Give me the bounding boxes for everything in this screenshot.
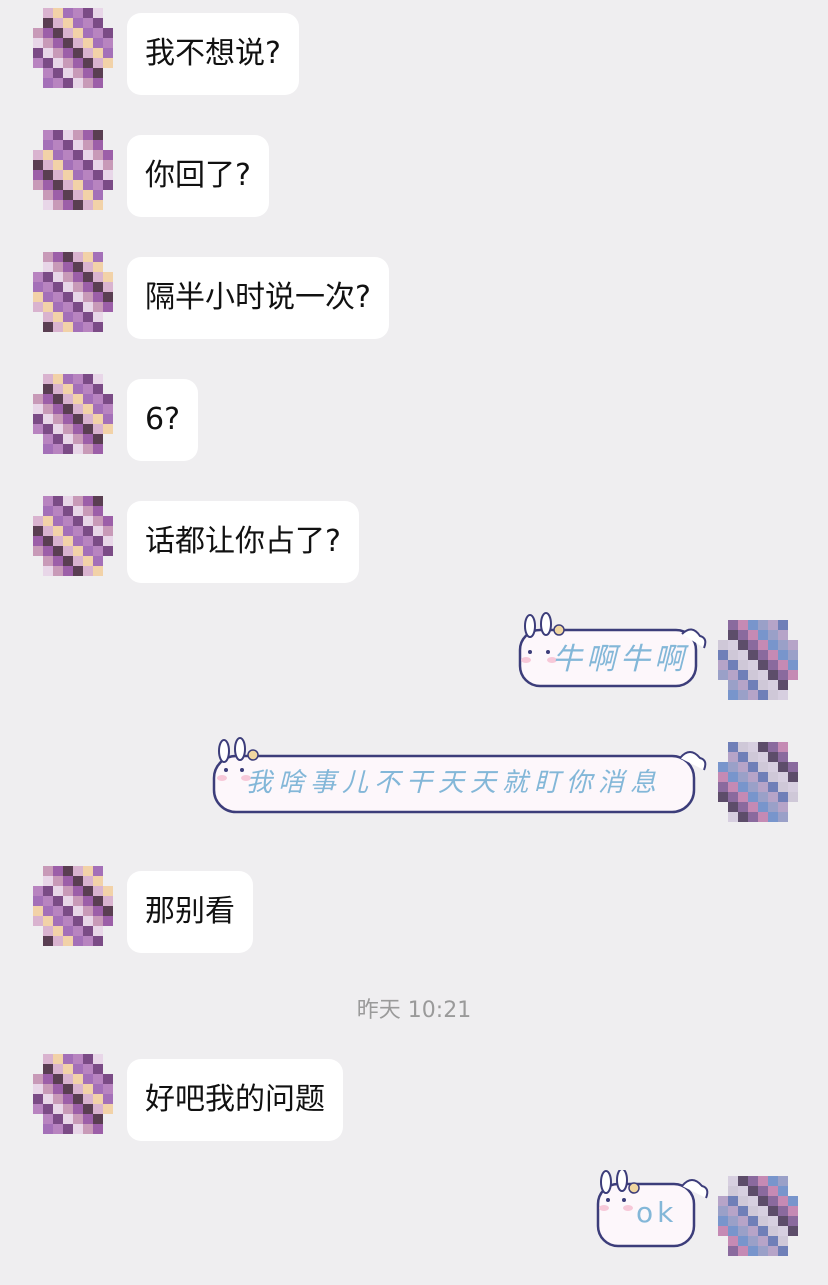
message-row: 那别看 [0, 866, 828, 956]
message-row: ok [0, 1170, 828, 1260]
contact-avatar[interactable] [33, 130, 113, 210]
message-row: 我啥事儿不干天天就盯你消息 [0, 736, 828, 832]
message-row: 你回了? [0, 130, 828, 220]
message-row: 好吧我的问题 [0, 1054, 828, 1144]
message-row: 6? [0, 374, 828, 464]
timestamp-divider: 昨天 10:21 [356, 998, 472, 1023]
message-bubble[interactable]: 我不想说? [127, 13, 299, 95]
message-row: 话都让你占了? [0, 496, 828, 586]
message-bubble[interactable]: 好吧我的问题 [127, 1059, 343, 1141]
contact-avatar[interactable] [33, 252, 113, 332]
message-bubble[interactable]: 那别看 [127, 871, 253, 953]
message-bubble[interactable]: 隔半小时说一次? [127, 257, 389, 339]
user-avatar[interactable] [718, 1176, 798, 1256]
message-bubble[interactable]: 你回了? [127, 135, 269, 217]
message-bubble[interactable]: 6? [127, 379, 199, 461]
user-avatar[interactable] [718, 620, 798, 700]
user-avatar[interactable] [718, 742, 798, 822]
message-row: 我不想说? [0, 8, 828, 98]
sticker-caption: 牛啊牛啊 [552, 642, 688, 677]
contact-avatar[interactable] [33, 8, 113, 88]
message-row: 隔半小时说一次? [0, 252, 828, 342]
message-row: 牛啊牛啊 [0, 612, 828, 708]
contact-avatar[interactable] [33, 374, 113, 454]
contact-avatar[interactable] [33, 1054, 113, 1134]
sticker-caption: ok [636, 1196, 678, 1229]
message-bubble[interactable]: 话都让你占了? [127, 501, 359, 583]
contact-avatar[interactable] [33, 496, 113, 576]
contact-avatar[interactable] [33, 866, 113, 946]
sticker-caption: 我啥事儿不干天天就盯你消息 [246, 768, 663, 798]
